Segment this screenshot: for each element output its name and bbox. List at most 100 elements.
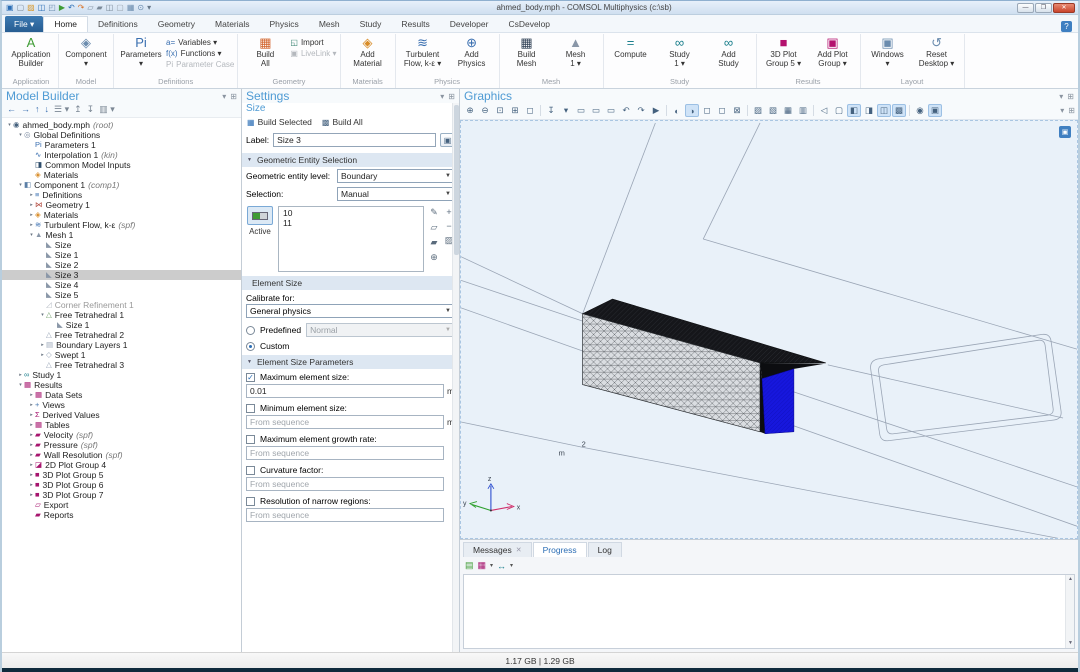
lock-view-icon[interactable]: ▣ bbox=[928, 104, 942, 117]
color-theme-icon[interactable]: ◑ bbox=[685, 104, 699, 117]
tree-item-size-1[interactable]: ◣ Size 1 bbox=[2, 250, 241, 260]
restore-button[interactable]: ❐ bbox=[1035, 2, 1052, 13]
fit-columns-button[interactable]: ↔ bbox=[497, 561, 506, 571]
paste-selection-button[interactable]: ▰ bbox=[431, 237, 438, 248]
tree-item-ahmed-body-mph[interactable]: ▾ ◉ ahmed_body.mph (root) bbox=[2, 120, 241, 130]
tree-item-turbulent-flow-k-[interactable]: ▸ ≋ Turbulent Flow, k-ε (spf) bbox=[2, 220, 241, 230]
active-toggle-button[interactable] bbox=[247, 206, 273, 225]
expanded-arrow-icon[interactable]: ▾ bbox=[39, 312, 46, 318]
param-input[interactable] bbox=[246, 477, 444, 491]
tab-progress[interactable]: Progress bbox=[532, 542, 587, 557]
tree-item-mesh-1[interactable]: ▾ ▲ Mesh 1 bbox=[2, 230, 241, 240]
label-input[interactable] bbox=[273, 133, 436, 147]
zoom-extents-icon[interactable]: ⊞ bbox=[508, 104, 522, 117]
progress-scrollbar[interactable]: ▲ ▼ bbox=[1065, 575, 1074, 648]
functions-button[interactable]: f(x) Functions ▾ bbox=[166, 49, 234, 58]
go-to-default-view-icon[interactable]: ↧ bbox=[544, 104, 558, 117]
remove-from-selection-button[interactable]: − bbox=[446, 221, 451, 231]
ribbon-tab-definitions[interactable]: Definitions bbox=[88, 17, 148, 32]
panel-menu-icon[interactable]: ▾ bbox=[440, 92, 444, 101]
panel-controls[interactable]: ▾ ⊞ bbox=[222, 92, 237, 101]
tree-item-geometry-1[interactable]: ▸ ⋈ Geometry 1 bbox=[2, 200, 241, 210]
tree-item-corner-refinement-1[interactable]: ◿ Corner Refinement 1 bbox=[2, 300, 241, 310]
open-file-icon[interactable]: ▨ bbox=[27, 3, 35, 12]
ribbon-tab-results[interactable]: Results bbox=[391, 17, 439, 32]
wireframe-rendering-icon[interactable]: ◻ bbox=[700, 104, 714, 117]
expanded-arrow-icon[interactable]: ▾ bbox=[6, 122, 13, 128]
component-button[interactable]: ◈ Component ▾ bbox=[62, 34, 110, 68]
move-down-button[interactable]: ↓ bbox=[45, 104, 50, 115]
ribbon-tab-study[interactable]: Study bbox=[350, 17, 392, 32]
grid-toggle-icon[interactable]: ▦ bbox=[781, 104, 795, 117]
param-input[interactable] bbox=[246, 446, 444, 460]
tree-item-3d-plot-group-7[interactable]: ▸ ■ 3D Plot Group 7 bbox=[2, 490, 241, 500]
expanded-arrow-icon[interactable]: ▾ bbox=[17, 182, 24, 188]
variables-button[interactable]: a= Variables ▾ bbox=[166, 38, 234, 47]
entity-level-select[interactable]: Boundary ▼ bbox=[337, 169, 455, 183]
collapsed-arrow-icon[interactable]: ▸ bbox=[28, 432, 35, 438]
graphics-viewport[interactable]: m 2 z y x ▣ bbox=[460, 120, 1078, 539]
tree-item-reports[interactable]: ▰ Reports bbox=[2, 510, 241, 520]
collapsed-arrow-icon[interactable]: ▸ bbox=[28, 392, 35, 398]
selection-list-item[interactable]: 10 bbox=[283, 208, 419, 218]
zoom-in-icon[interactable]: ⊕ bbox=[463, 104, 477, 117]
section-element-size[interactable]: Element Size bbox=[242, 276, 459, 290]
add-study-button[interactable]: ∞ Add Study bbox=[705, 34, 753, 68]
panel-dock-icon[interactable]: ⊞ bbox=[230, 92, 237, 101]
image-export-icon[interactable]: ▧ bbox=[766, 104, 780, 117]
duplicate-icon[interactable]: ◫ bbox=[106, 3, 114, 12]
redo-icon[interactable]: ↷ bbox=[78, 3, 85, 12]
viewport-hide-button[interactable]: ▣ bbox=[1059, 126, 1071, 138]
add-plot-group-button[interactable]: ▣ Add Plot Group ▾ bbox=[809, 34, 857, 68]
param-input[interactable] bbox=[246, 384, 444, 398]
turbulent-flow-button[interactable]: ≋ Turbulent Flow, k-ε ▾ bbox=[399, 34, 447, 68]
fit-columns-arrow-icon[interactable]: ▾ bbox=[510, 562, 513, 569]
box-select-icon[interactable]: ▢ bbox=[832, 104, 846, 117]
collapsed-arrow-icon[interactable]: ▸ bbox=[28, 422, 35, 428]
expanded-arrow-icon[interactable]: ▾ bbox=[17, 132, 24, 138]
tree-item-3d-plot-group-5[interactable]: ▸ ■ 3D Plot Group 5 bbox=[2, 470, 241, 480]
study-1-button[interactable]: ∞ Study 1 ▾ bbox=[656, 34, 704, 68]
add-material-button[interactable]: ◈ Add Material bbox=[344, 34, 392, 68]
expand-all-button[interactable]: ↧ bbox=[87, 104, 95, 115]
build-selected-button[interactable]: ▦ Build Selected bbox=[247, 117, 312, 127]
panel-dock-icon[interactable]: ⊞ bbox=[448, 92, 455, 101]
tree-item-size-4[interactable]: ◣ Size 4 bbox=[2, 280, 241, 290]
settings-scrollbar[interactable] bbox=[452, 103, 459, 652]
checkbox-checked[interactable]: ✓ bbox=[246, 372, 255, 382]
go-to-xy-view-icon[interactable]: ▭ bbox=[574, 104, 588, 117]
compute-button[interactable]: = Compute bbox=[607, 34, 655, 59]
panel-menu-icon[interactable]: ▾ bbox=[1059, 92, 1063, 101]
view-menu-arrow-icon[interactable]: ▾ bbox=[559, 104, 573, 117]
ribbon-tab-physics[interactable]: Physics bbox=[260, 17, 309, 32]
go-to-zx-view-icon[interactable]: ▭ bbox=[604, 104, 618, 117]
add-to-selection-button[interactable]: + bbox=[446, 207, 451, 217]
back-button[interactable]: ← bbox=[7, 104, 16, 115]
collapsed-arrow-icon[interactable]: ▸ bbox=[28, 492, 35, 498]
tree-item-study-1[interactable]: ▸ ∞ Study 1 bbox=[2, 370, 241, 380]
mesh-1-button[interactable]: ▲ Mesh 1 ▾ bbox=[552, 34, 600, 68]
panel-menu-icon[interactable]: ▾ bbox=[1060, 106, 1064, 115]
tree-item-size-1[interactable]: ◣ Size 1 bbox=[2, 320, 241, 330]
selection-select[interactable]: Manual ▼ bbox=[337, 187, 455, 201]
collapsed-arrow-icon[interactable]: ▸ bbox=[28, 222, 35, 228]
tree-item-size-2[interactable]: ◣ Size 2 bbox=[2, 260, 241, 270]
panel-dock-icon[interactable]: ⊞ bbox=[1067, 92, 1074, 101]
zoom-box-icon[interactable]: ⊡ bbox=[493, 104, 507, 117]
build-all-button[interactable]: ▩ Build All bbox=[322, 117, 363, 127]
tree-item-export[interactable]: ▱ Export bbox=[2, 500, 241, 510]
collapsed-arrow-icon[interactable]: ▸ bbox=[39, 342, 46, 348]
panel-controls[interactable]: ▾ ⊞ bbox=[440, 92, 455, 101]
param-input[interactable] bbox=[246, 508, 444, 522]
table-format-button[interactable]: ▦ bbox=[478, 560, 487, 571]
tree-item-free-tetrahedral-3[interactable]: △ Free Tetrahedral 3 bbox=[2, 360, 241, 370]
panel-dock-icon[interactable]: ⊞ bbox=[1068, 106, 1075, 115]
collapsed-arrow-icon[interactable]: ▸ bbox=[28, 452, 35, 458]
section-element-size-parameters[interactable]: ▼ Element Size Parameters bbox=[242, 355, 459, 369]
checkbox-unchecked[interactable] bbox=[246, 496, 255, 506]
parameters-button[interactable]: Pi Parameters ▾ bbox=[117, 34, 165, 68]
create-selection-button[interactable]: ✎ bbox=[430, 207, 438, 218]
custom-radio[interactable] bbox=[246, 341, 255, 351]
close-button[interactable]: ✕ bbox=[1053, 2, 1075, 13]
tree-item-boundary-layers-1[interactable]: ▸ ▤ Boundary Layers 1 bbox=[2, 340, 241, 350]
